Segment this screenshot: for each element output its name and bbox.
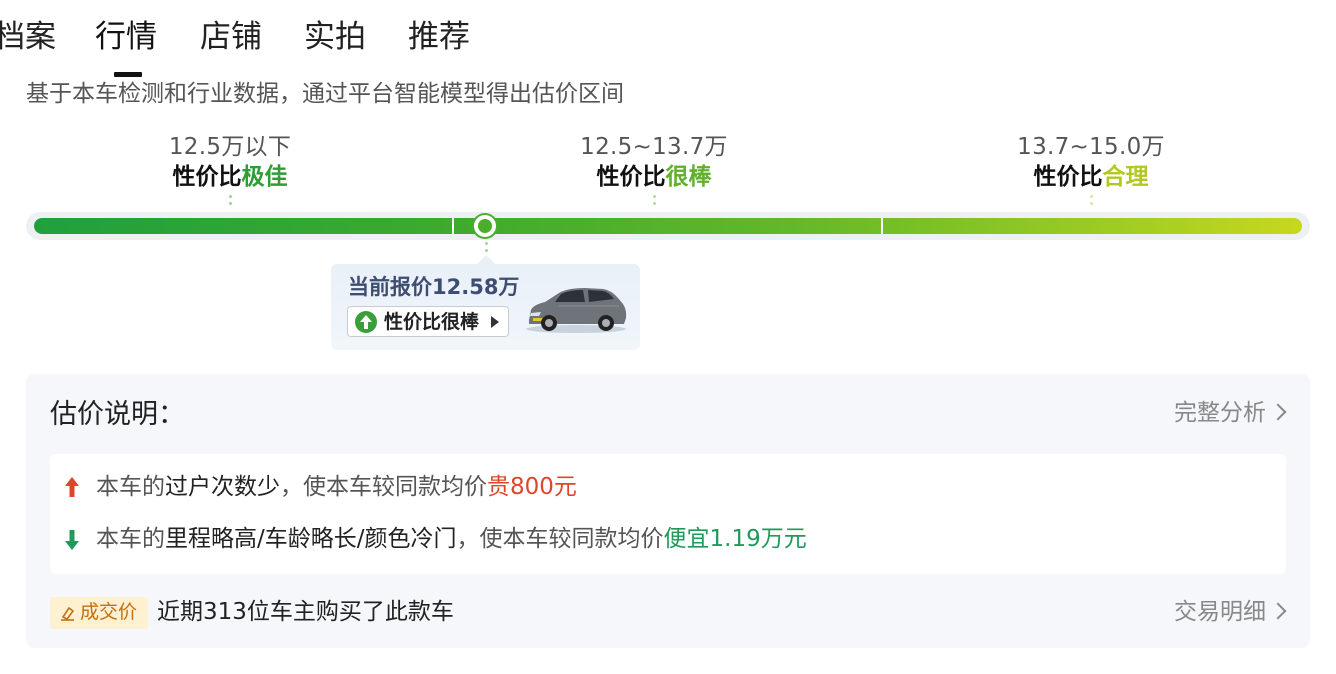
- value-rating-button[interactable]: 性价比很棒: [347, 306, 509, 337]
- segment-price: 12.5~13.7万: [580, 134, 728, 160]
- tab-archive[interactable]: 档案: [0, 14, 56, 60]
- tab-store[interactable]: 店铺: [200, 14, 262, 60]
- circle-up-arrow-icon: [355, 311, 377, 333]
- reason-prefix: 本车的: [96, 526, 165, 552]
- tab-recommend[interactable]: 推荐: [408, 14, 470, 60]
- reason-item-up: 本车的过户次数少，使本车较同款均价贵800元: [96, 472, 577, 502]
- car-image: [523, 280, 629, 336]
- segment-label-reasonable: 13.7~15.0万 性价比合理: [961, 132, 1221, 192]
- segment-label-excellent: 12.5万以下 性价比极佳: [100, 132, 360, 192]
- recent-buyers-text: 近期313位车主购买了此款车: [157, 599, 454, 625]
- reason-factor: 里程略高/车龄略长/颜色冷门: [165, 526, 457, 552]
- current-price-label: 当前报价12.58万: [348, 275, 520, 299]
- eval-highlight: 极佳: [241, 164, 288, 190]
- transaction-details-link[interactable]: 交易明细: [1174, 597, 1287, 627]
- eval-highlight: 很棒: [665, 164, 712, 190]
- tab-market[interactable]: 行情: [95, 14, 157, 60]
- eval-prefix: 性价比: [596, 164, 666, 190]
- price-range-gradient: [34, 218, 1302, 234]
- connector-dot: [653, 195, 656, 198]
- range-divider: [452, 218, 454, 234]
- transaction-details-label: 交易明细: [1174, 599, 1266, 625]
- reason-list: 本车的过户次数少，使本车较同款均价贵800元 本车的里程略高/车龄略长/颜色冷门…: [50, 454, 1286, 574]
- connector-dot: [485, 249, 488, 252]
- full-analysis-label: 完整分析: [1174, 400, 1266, 426]
- reason-prefix: 本车的: [96, 474, 165, 500]
- panel-title: 估价说明：: [50, 399, 185, 430]
- current-price-marker: [474, 215, 496, 237]
- connector-dot: [229, 195, 232, 198]
- connector-dot: [1090, 202, 1093, 205]
- price-tag-icon: [59, 605, 76, 622]
- price-range-bar: [26, 212, 1310, 240]
- segment-label-great: 12.5~13.7万 性价比很棒: [524, 132, 784, 192]
- eval-prefix: 性价比: [172, 164, 242, 190]
- segment-eval: 性价比合理: [961, 162, 1221, 192]
- reason-middle: ，使本车较同款均价: [456, 526, 664, 552]
- valuation-description: 基于本车检测和行业数据，通过平台智能模型得出估价区间: [26, 81, 624, 107]
- reason-middle: ，使本车较同款均价: [280, 474, 487, 500]
- segment-eval: 性价比极佳: [100, 162, 360, 192]
- reason-item-down: 本车的里程略高/车龄略长/颜色冷门，使本车较同款均价便宜1.19万元: [96, 524, 807, 554]
- reason-effect: 便宜1.19万元: [663, 526, 807, 552]
- arrow-down-icon: [64, 529, 80, 555]
- full-analysis-link[interactable]: 完整分析: [1174, 398, 1287, 428]
- value-rating-label: 性价比很棒: [384, 311, 480, 333]
- connector-dot: [653, 202, 656, 205]
- tab-bar: 档案 行情 店铺 实拍 推荐: [0, 14, 700, 77]
- caret-right-icon: [491, 316, 499, 328]
- reason-effect: 贵800元: [487, 474, 577, 500]
- eval-highlight: 合理: [1102, 164, 1149, 190]
- tab-photos[interactable]: 实拍: [304, 14, 366, 60]
- deal-price-label: 成交价: [80, 601, 138, 623]
- connector-dot: [1090, 195, 1093, 198]
- reason-factor: 过户次数少: [165, 474, 280, 500]
- active-tab-indicator: [114, 72, 142, 77]
- segment-eval: 性价比很棒: [524, 162, 784, 192]
- arrow-up-icon: [64, 476, 80, 502]
- eval-prefix: 性价比: [1033, 164, 1103, 190]
- connector-dot: [229, 202, 232, 205]
- connector-dot: [485, 242, 488, 245]
- deal-price-tag: 成交价: [50, 597, 148, 629]
- segment-price: 13.7~15.0万: [1017, 134, 1165, 160]
- chevron-right-icon: [1269, 403, 1287, 421]
- range-divider: [881, 218, 883, 234]
- chevron-right-icon: [1269, 602, 1287, 620]
- segment-price: 12.5万以下: [168, 134, 292, 160]
